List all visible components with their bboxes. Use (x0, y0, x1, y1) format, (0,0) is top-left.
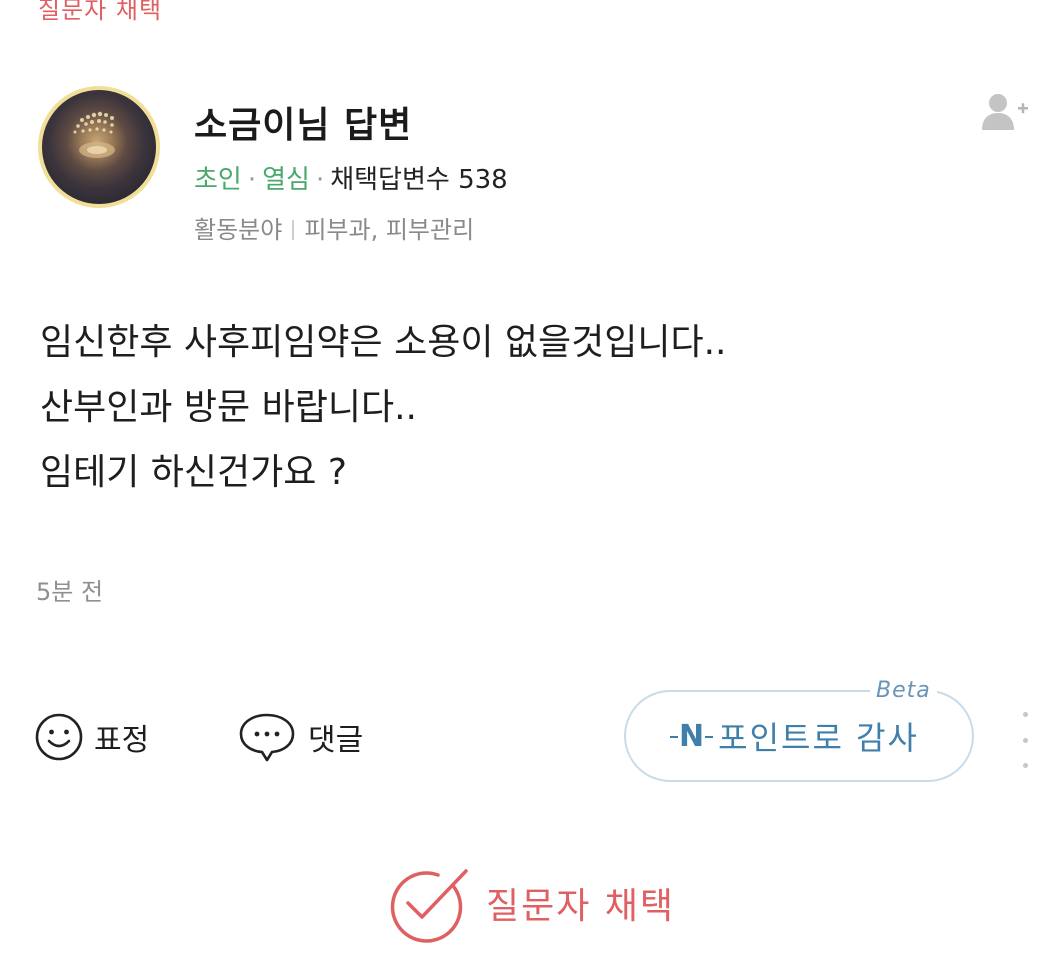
dot (1022, 763, 1028, 768)
add-user-icon[interactable] (980, 92, 1030, 132)
comment-button[interactable]: 댓글 (236, 712, 363, 762)
beta-badge: Beta (870, 678, 937, 703)
naver-points-icon: N (669, 718, 714, 754)
activity-field-label: 활동분야 (194, 216, 283, 244)
answer-body: 임신한후 사후피임약은 소용이 없을것입니다.. 산부인과 방문 바랍니다.. … (40, 310, 727, 505)
timestamp: 5분 전 (36, 578, 104, 606)
field-divider (292, 220, 295, 240)
activity-field-value: 피부과, 피부관리 (304, 216, 475, 244)
answer-line: 임신한후 사후피임약은 소용이 없을것입니다.. (40, 322, 727, 363)
select-answer-button[interactable]: 질문자 채택 (380, 858, 675, 948)
avatar-image (73, 111, 115, 158)
smile-icon (35, 713, 83, 761)
emoji-reaction-button[interactable]: 표정 (34, 712, 149, 762)
comment-label: 댓글 (308, 723, 364, 758)
dot (1022, 737, 1028, 743)
emoji-reaction-label: 표정 (94, 723, 150, 758)
select-answer-label: 질문자 채택 (486, 886, 676, 927)
author-name[interactable]: 소금이님 답변 (194, 96, 412, 148)
author-meta: 초인 · 열심 · 채택답변수 538 (194, 159, 508, 196)
meta-separator: · (247, 165, 257, 195)
top-selected-tag: 질문자 채택 (38, 0, 163, 24)
thank-with-points-label: 포인트로 감사 (718, 719, 919, 757)
thank-with-points-button[interactable]: N 포인트로 감사 (624, 690, 974, 782)
check-circle-icon (390, 869, 468, 943)
avatar[interactable] (38, 86, 160, 208)
vertical-dots-icon[interactable] (1018, 712, 1032, 768)
answer-line: 임테기 하신건가요 ? (40, 452, 347, 493)
answer-line: 산부인과 방문 바랍니다.. (40, 387, 417, 428)
speech-bubble-icon (239, 713, 295, 762)
author-grade: 초인 (194, 165, 242, 195)
author-activity: 열심 (262, 165, 310, 195)
activity-field: 활동분야 피부과, 피부관리 (194, 210, 474, 245)
dot (1022, 712, 1028, 717)
meta-separator: · (315, 165, 325, 195)
selected-answer-count: 채택답변수 538 (330, 165, 508, 195)
